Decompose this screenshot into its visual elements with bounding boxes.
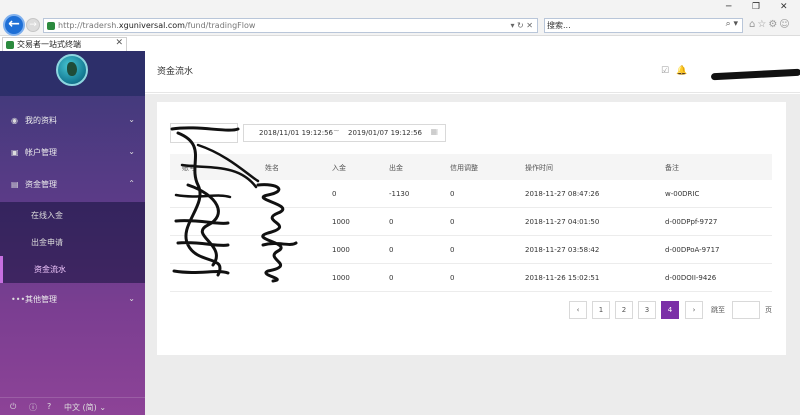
profile-icon: ◉ (11, 116, 18, 125)
search-icon[interactable]: ⌕ ▾ (726, 19, 738, 29)
account-icon: ▣ (11, 148, 19, 157)
globe-logo-icon (56, 54, 88, 86)
chevron-down-icon: ⌄ (128, 147, 135, 156)
page-title: 资金流水 (157, 67, 194, 77)
address-bar[interactable]: http://tradersh.xguniversal.com/fund/tra… (43, 18, 538, 33)
cell-deposit: 1000 (332, 218, 350, 226)
tab-favicon-icon (6, 41, 14, 49)
site-favicon-icon (47, 22, 55, 30)
cell-note: d-00DPoA-9717 (665, 246, 720, 254)
chevron-down-icon: ⌄ (128, 115, 135, 124)
cell-credit: 0 (450, 190, 455, 198)
cell-withdraw: 0 (389, 246, 394, 254)
info-icon[interactable]: ⓘ (29, 402, 37, 413)
browser-search-input[interactable]: 搜索... ⌕ ▾ (544, 18, 743, 33)
sidebar-item-label: 其他管理 (25, 295, 57, 304)
page-label: 页 (765, 306, 772, 314)
minimize-icon[interactable]: ─ (726, 2, 731, 12)
bell-icon[interactable]: 🔔 (676, 66, 687, 76)
sidebar: ◉ 我的资料 ⌄ ▣ 帐户管理 ⌄ ▤ 资金管理 ⌃ 在线入金 出金申请 资金流… (0, 51, 145, 415)
tab-title: 交易者一站式终端 (17, 40, 81, 49)
column-header: 出金 (389, 164, 403, 172)
chevron-up-icon: ⌃ (128, 179, 135, 188)
cell-note: w-00DRIC (665, 190, 700, 198)
cell-time: 2018-11-27 03:58:42 (525, 246, 600, 254)
check-icon[interactable]: ☑ (661, 66, 669, 76)
sidebar-subitem-withdraw[interactable]: 出金申请 (0, 229, 145, 256)
cell-time: 2018-11-27 04:01:50 (525, 218, 600, 226)
language-select[interactable]: 中文 (简) ⌄ (64, 402, 106, 413)
sidebar-subitem-deposit[interactable]: 在线入金 (0, 202, 145, 229)
chevron-down-icon: ⌄ (128, 294, 135, 303)
browser-tab[interactable]: 交易者一站式终端 ✕ (2, 37, 127, 51)
column-header: 入金 (332, 164, 346, 172)
address-tools-icon[interactable]: ▾ ↻ ✕ (510, 20, 533, 32)
browser-nav-icons[interactable]: ⌂☆⚙☺ (749, 19, 792, 30)
back-button[interactable]: ← (3, 14, 25, 36)
cell-credit: 0 (450, 246, 455, 254)
cell-withdraw: 0 (389, 218, 394, 226)
prev-page-button[interactable]: ‹ (569, 301, 587, 319)
cell-note: d-00DPpf-9727 (665, 218, 718, 226)
sidebar-item-other[interactable]: ••• 其他管理 ⌄ (0, 284, 145, 316)
cell-credit: 0 (450, 274, 455, 282)
cell-time: 2018-11-27 08:47:26 (525, 190, 600, 198)
calendar-icon: ▦ (430, 127, 438, 136)
cell-withdraw: 0 (389, 274, 394, 282)
page-jump-input[interactable] (732, 301, 760, 319)
page-header: 资金流水 ☑ 🔔 (145, 51, 800, 93)
column-header: 备注 (665, 164, 679, 172)
maximize-icon[interactable]: ❐ (752, 2, 760, 12)
sidebar-item-label: 帐户管理 (25, 148, 57, 157)
sidebar-item-profile[interactable]: ◉ 我的资料 ⌄ (0, 105, 145, 137)
tab-close-icon[interactable]: ✕ (115, 38, 123, 48)
sidebar-item-label: 资金管理 (25, 180, 57, 189)
close-window-icon[interactable]: ✕ (780, 2, 788, 12)
help-icon[interactable]: ? (47, 402, 51, 411)
cell-credit: 0 (450, 218, 455, 226)
funds-submenu: 在线入金 出金申请 资金流水 (0, 202, 145, 283)
sidebar-item-funds[interactable]: ▤ 资金管理 ⌃ (0, 169, 145, 201)
logo-area (0, 51, 145, 96)
cell-time: 2018-11-26 15:02:51 (525, 274, 600, 282)
sidebar-item-accounts[interactable]: ▣ 帐户管理 ⌄ (0, 137, 145, 169)
page-button-1[interactable]: 1 (592, 301, 610, 319)
sidebar-item-label: 我的资料 (25, 116, 57, 125)
next-page-button[interactable]: › (685, 301, 703, 319)
date-separator: ~ (333, 126, 340, 135)
cell-note: d-00DOII-9426 (665, 274, 717, 282)
cell-withdraw: -1130 (389, 190, 410, 198)
cell-deposit: 1000 (332, 274, 350, 282)
column-header: 操作时间 (525, 164, 553, 172)
more-icon: ••• (11, 295, 26, 304)
funds-icon: ▤ (11, 180, 19, 189)
page-button-4[interactable]: 4 (661, 301, 679, 319)
column-header: 信用调整 (450, 164, 478, 172)
redaction-scribble (170, 126, 298, 283)
page-button-3[interactable]: 3 (638, 301, 656, 319)
page-button-2[interactable]: 2 (615, 301, 633, 319)
cell-deposit: 1000 (332, 246, 350, 254)
sidebar-bottom-bar: ⏻ ⓘ ? 中文 (简) ⌄ (0, 397, 145, 415)
url-text: http://tradersh.xguniversal.com/fund/tra… (58, 21, 256, 30)
jump-label: 跳至 (711, 306, 725, 314)
sidebar-subitem-fund-flow[interactable]: 资金流水 (0, 256, 145, 283)
end-date: 2019/01/07 19:12:56 (348, 129, 423, 137)
forward-button[interactable]: → (26, 18, 40, 32)
browser-toolbar: ─ ❐ ✕ ← → http://tradersh.xguniversal.co… (0, 0, 800, 36)
cell-deposit: 0 (332, 190, 337, 198)
power-icon[interactable]: ⏻ (10, 402, 16, 412)
redacted-username (710, 68, 800, 81)
